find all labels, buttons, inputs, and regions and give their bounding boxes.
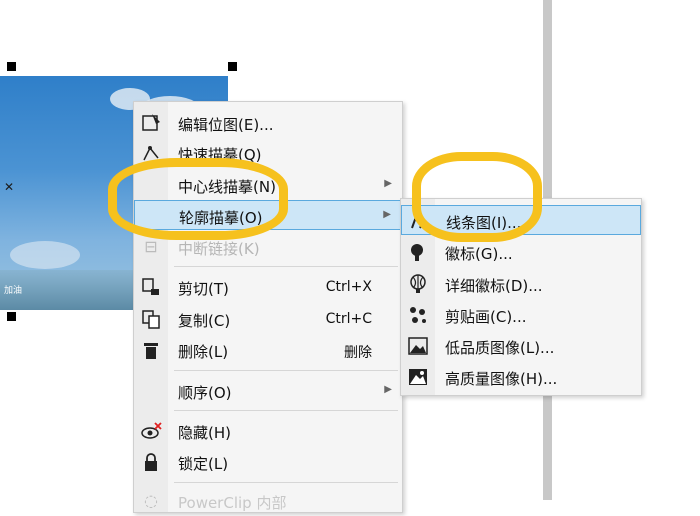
menu-item-label: 删除(L) — [178, 343, 229, 361]
menu-item-label: 编辑位图(E)... — [178, 116, 274, 134]
cut-icon — [140, 276, 162, 298]
submenu-arrow-icon: ▶ — [383, 209, 391, 220]
menu-item-label: PowerClip 内部 — [178, 494, 287, 512]
menu-item-cut[interactable]: 剪切(T) Ctrl+X — [134, 272, 402, 302]
menu-item-label: 锁定(L) — [178, 455, 229, 473]
menu-item-label: 低品质图像(L)... — [445, 339, 555, 357]
menu-separator — [174, 410, 398, 411]
menu-separator — [174, 370, 398, 371]
submenu-arrow-icon: ▶ — [384, 384, 392, 395]
logo-icon — [407, 241, 429, 263]
menu-item-label: 徽标(G)... — [445, 245, 513, 263]
menu-item-edit-bitmap[interactable]: 编辑位图(E)... — [134, 108, 402, 138]
menu-item-label: 剪贴画(C)... — [445, 308, 527, 326]
hide-icon — [140, 420, 162, 442]
menu-item-label: 顺序(O) — [178, 384, 232, 402]
low-quality-image-icon — [407, 335, 429, 357]
submenu-item-detailed-logo[interactable]: 详细徽标(D)... — [401, 269, 641, 299]
copy-icon — [140, 308, 162, 330]
menu-item-label: 复制(C) — [178, 312, 231, 330]
menu-item-lock[interactable]: 锁定(L) — [134, 447, 402, 477]
submenu-arrow-icon: ▶ — [384, 178, 392, 189]
menu-item-powerclip[interactable]: ◌ PowerClip 内部 — [134, 486, 402, 516]
break-link-icon: ⊟ — [144, 237, 158, 256]
shortcut-text: Ctrl+X — [325, 279, 372, 295]
menu-item-label: 隐藏(H) — [178, 424, 231, 442]
submenu-item-logo[interactable]: 徽标(G)... — [401, 237, 641, 267]
selection-handle[interactable] — [7, 312, 16, 321]
powerclip-icon: ◌ — [144, 491, 158, 510]
submenu-item-high-quality-image[interactable]: 高质量图像(H)... — [401, 362, 641, 392]
detailed-logo-icon — [407, 273, 429, 295]
cloud — [10, 241, 80, 269]
submenu-item-low-quality-image[interactable]: 低品质图像(L)... — [401, 331, 641, 361]
lock-icon — [140, 451, 162, 473]
menu-item-copy[interactable]: 复制(C) Ctrl+C — [134, 304, 402, 334]
menu-item-label: 高质量图像(H)... — [445, 370, 558, 388]
menu-item-hide[interactable]: 隐藏(H) — [134, 416, 402, 446]
menu-item-order[interactable]: 顺序(O) ▶ — [134, 376, 402, 406]
edit-bitmap-icon — [140, 112, 162, 134]
bitmap-caption: 加油 — [4, 286, 23, 296]
menu-separator — [174, 266, 398, 267]
menu-item-label: 剪切(T) — [178, 280, 229, 298]
high-quality-image-icon — [407, 366, 429, 388]
center-x-icon[interactable]: ✕ — [4, 180, 14, 194]
shortcut-text: 删除 — [344, 345, 372, 361]
shortcut-text: Ctrl+C — [325, 311, 372, 327]
delete-icon — [140, 339, 162, 361]
menu-item-label: 中断链接(K) — [178, 240, 260, 258]
menu-separator — [174, 482, 398, 483]
menu-item-delete[interactable]: 删除(L) 删除 — [134, 335, 402, 365]
annotation-circle — [412, 152, 542, 242]
submenu-item-clipart[interactable]: 剪贴画(C)... — [401, 300, 641, 330]
selection-handle[interactable] — [7, 62, 16, 71]
menu-item-label: 详细徽标(D)... — [445, 277, 543, 295]
clipart-icon — [407, 304, 429, 326]
annotation-circle — [108, 158, 288, 240]
selection-handle[interactable] — [228, 62, 237, 71]
